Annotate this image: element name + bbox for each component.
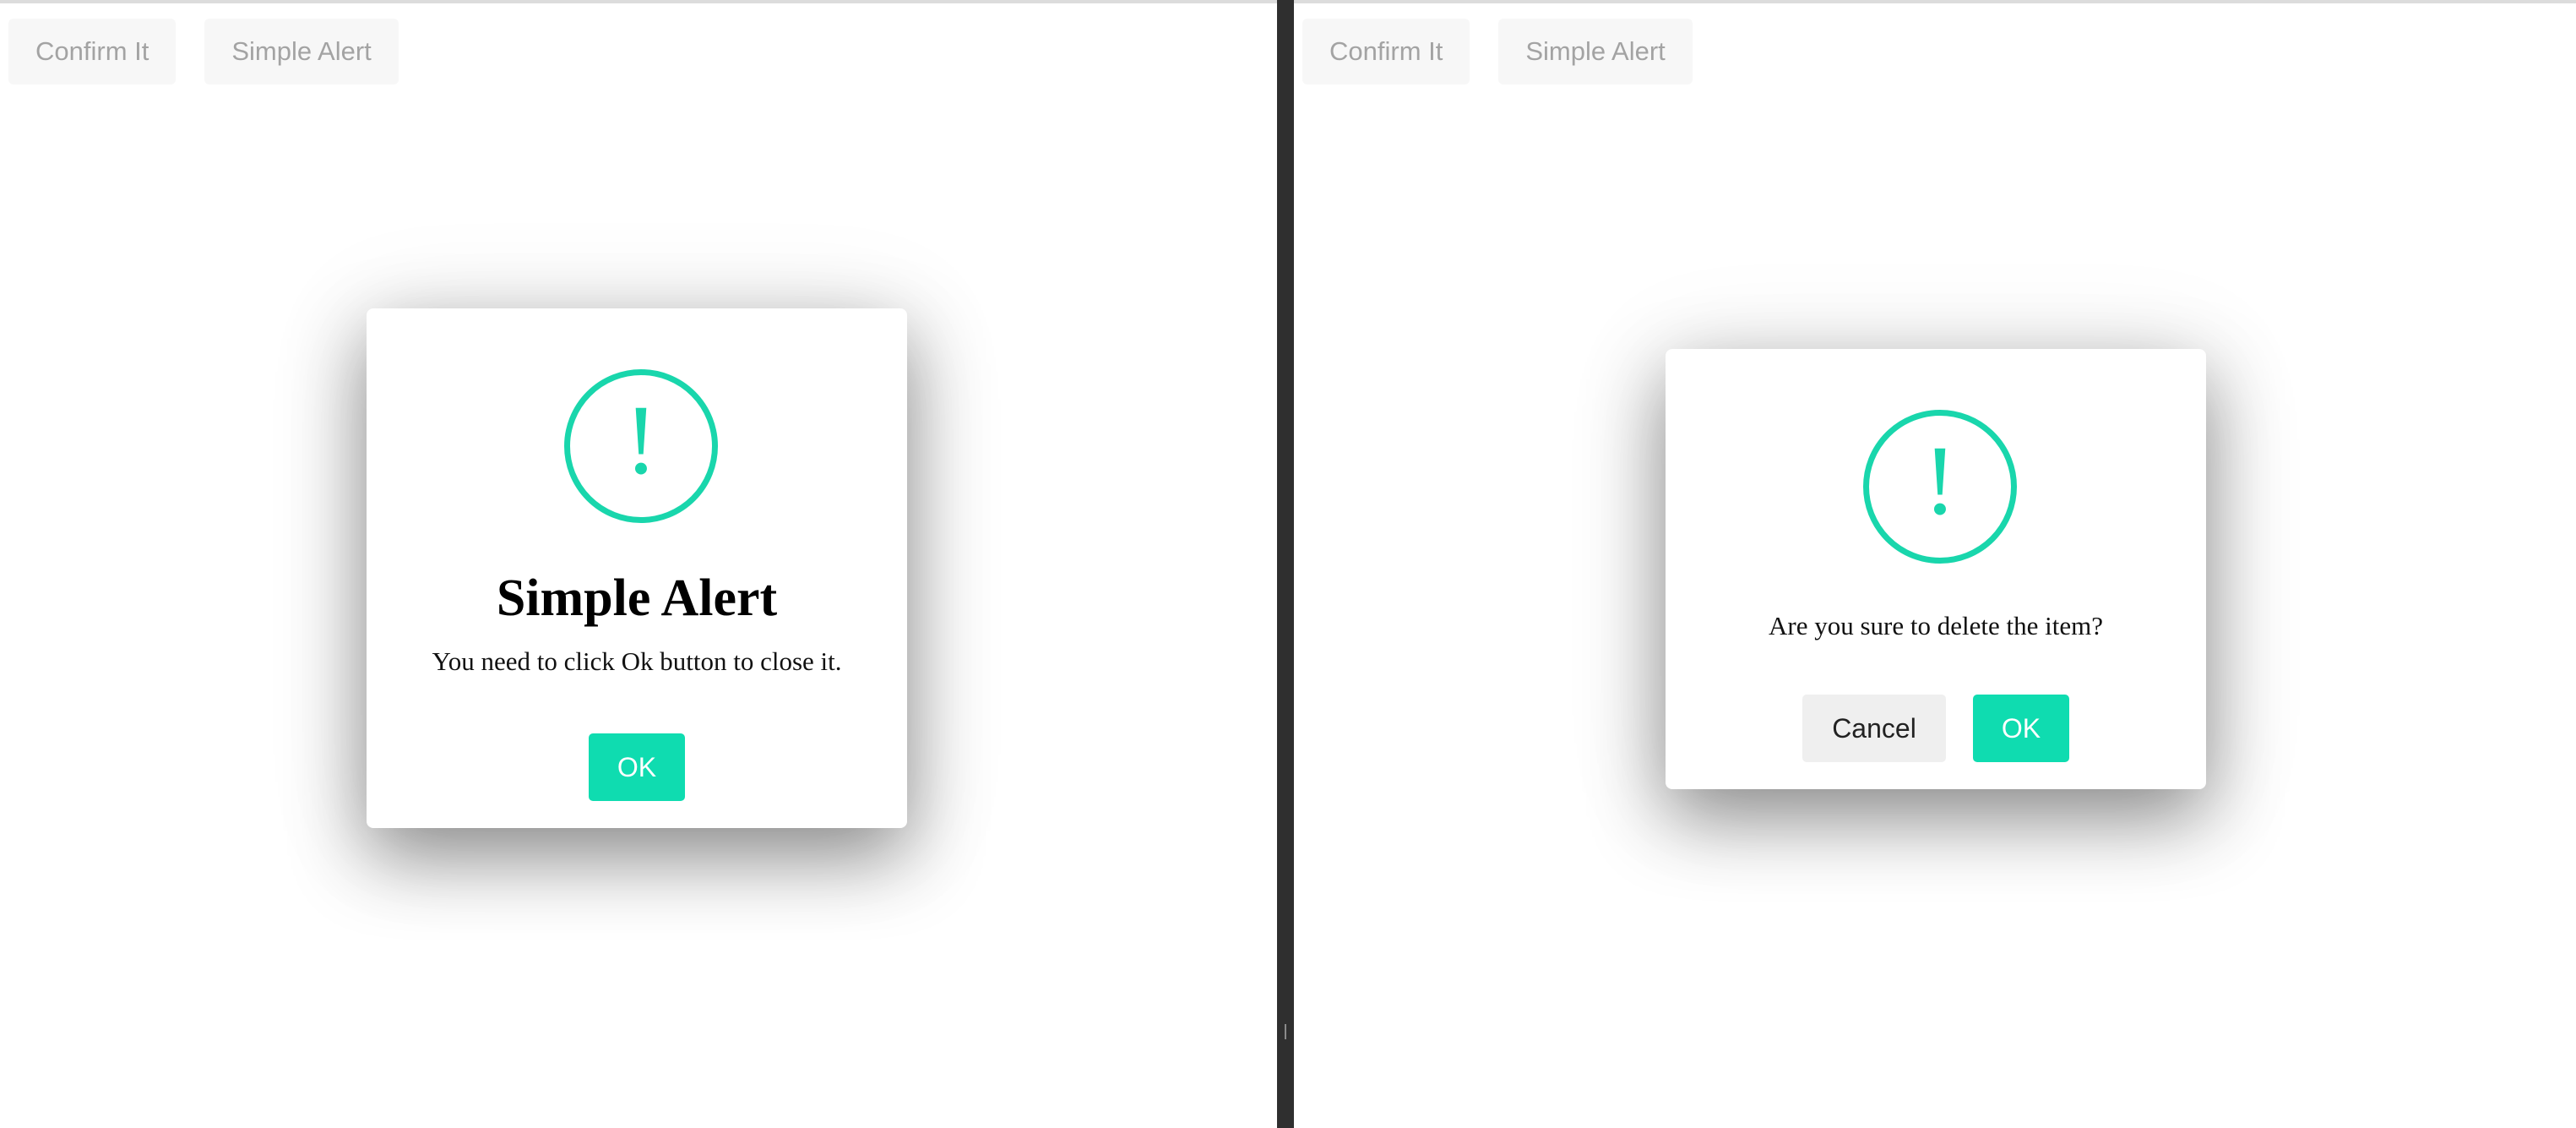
exclamation-circle-icon: ! [564,369,718,523]
dialog-message: You need to click Ok button to close it. [432,646,842,676]
simple-alert-button[interactable]: Simple Alert [1498,19,1693,84]
split-divider[interactable] [1277,0,1294,1128]
confirm-it-button[interactable]: Confirm It [1302,19,1470,84]
right-toolbar: Confirm It Simple Alert [1302,19,1693,84]
cancel-button[interactable]: Cancel [1802,695,1946,762]
confirm-dialog: ! Are you sure to delete the item? Cance… [1666,349,2206,789]
exclamation-mark: ! [624,384,658,495]
dialog-title: Simple Alert [496,569,778,627]
confirm-it-button[interactable]: Confirm It [8,19,177,84]
divider-grip-handle[interactable] [1285,1024,1286,1039]
pane-top-border [0,0,1277,3]
dialog-message: Are you sure to delete the item? [1769,611,2103,640]
right-pane: Confirm It Simple Alert ! Are you sure t… [1294,0,2576,1128]
ok-button[interactable]: OK [1973,695,2069,762]
ok-button[interactable]: OK [589,733,685,801]
left-pane: Confirm It Simple Alert ! Simple Alert Y… [0,0,1277,1128]
dialog-actions: OK [367,733,907,801]
dialog-actions: Cancel OK [1666,695,2206,762]
simple-alert-button[interactable]: Simple Alert [204,19,399,84]
split-view: Confirm It Simple Alert ! Simple Alert Y… [0,0,2576,1128]
left-toolbar: Confirm It Simple Alert [8,19,399,84]
exclamation-mark: ! [1923,425,1957,536]
exclamation-circle-icon: ! [1863,410,2017,564]
simple-alert-dialog: ! Simple Alert You need to click Ok butt… [367,308,907,828]
pane-top-border [1294,0,2576,3]
